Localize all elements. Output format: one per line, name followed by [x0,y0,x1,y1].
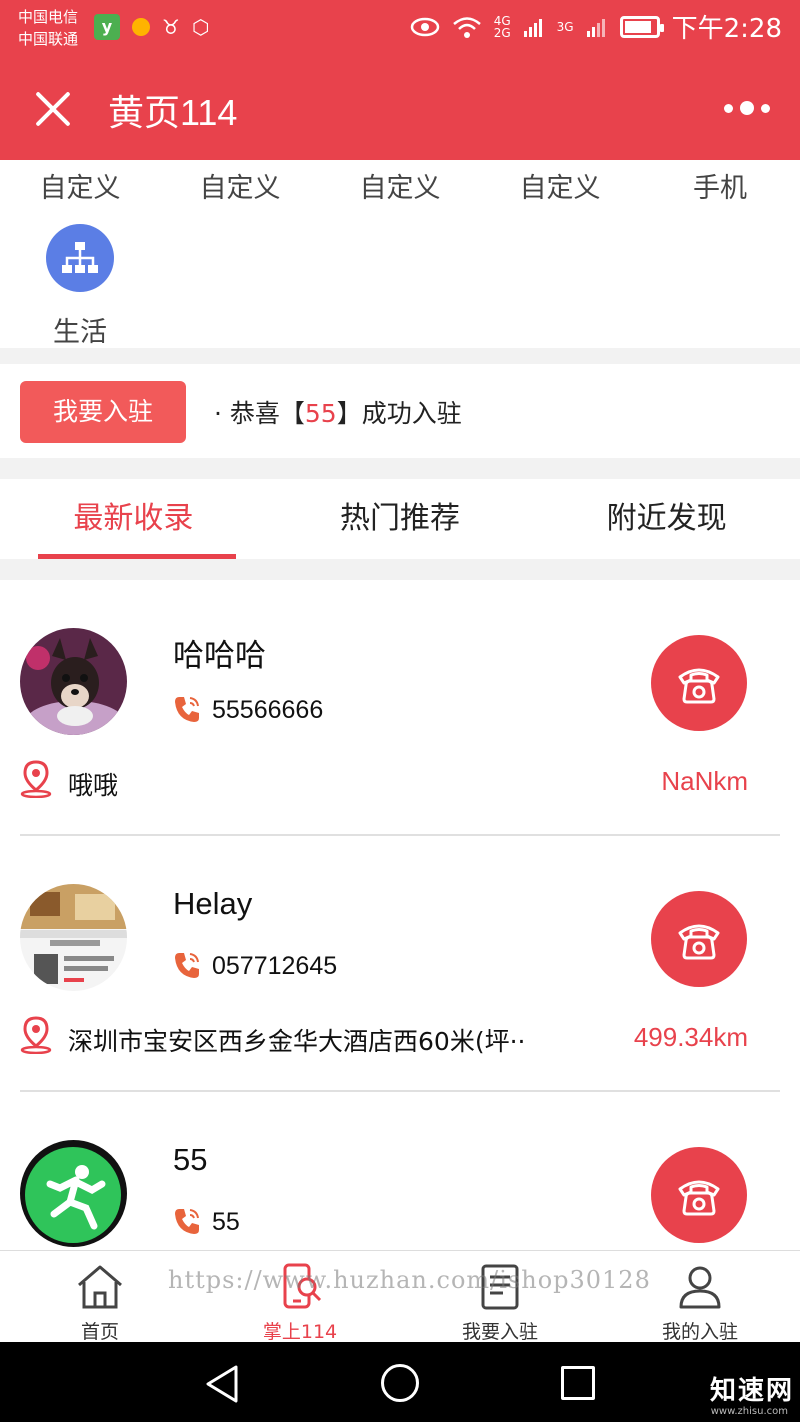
telephone-icon [678,924,720,960]
tab-popular[interactable]: 热门推荐 [267,479,534,559]
category-custom-2[interactable]: 自定义 [160,160,320,218]
status-bar: 中国电信 中国联通 y ♉ ⬡ 4G 2G 3G 下午2:28 [0,0,800,56]
carrier-1: 中国电信 [18,8,79,26]
tab-home[interactable]: 首页 [0,1251,200,1343]
wifi-icon [452,16,481,38]
location-icon [20,1016,52,1054]
home-icon [78,1265,122,1309]
tab-zhangshang114-label: 掌上114 [262,1321,338,1343]
category-grid: 自定义 自定义 自定义 自定义 手机 生活 [0,160,800,348]
corner-url: www.zhisu.com [710,1406,788,1417]
org-chart-icon [46,224,114,292]
phone-icon [175,1209,199,1234]
dot-icon [132,18,150,36]
user-icon [679,1266,721,1309]
hex-icon: ⬡ [191,15,210,39]
watermark-text: https://www.huzhan.com/ishop30128 [168,1266,651,1294]
network-type: 4G 2G [493,13,511,40]
tab-zhangshang114[interactable]: 掌上114 [200,1251,400,1343]
category-custom-3[interactable]: 自定义 [320,160,480,218]
status-icons-right: 4G 2G 3G 下午2:28 [410,8,782,45]
list-item[interactable]: 55 55 [0,1092,800,1250]
cow-icon: ♉ [162,15,180,39]
tab-nearby[interactable]: 附近发现 [533,479,800,559]
listing-distance: NaNkm [661,766,748,796]
listing-distance: 499.34km [633,1022,748,1052]
network-type-2: 3G [556,19,574,34]
listing-phone: 55566666 [212,696,324,724]
eye-icon [410,17,439,36]
tab-home-label: 首页 [80,1321,119,1343]
signal-icon [523,18,542,37]
join-notice: · 恭喜【55】成功入驻 [214,399,462,428]
app-icon: y [94,14,120,40]
join-section: 我要入驻 · 恭喜【55】成功入驻 [0,364,800,458]
telephone-icon [678,668,720,704]
tab-join[interactable]: 我要入驻 [400,1251,600,1343]
carrier-info: 中国电信 中国联通 [18,6,78,50]
list-item[interactable]: 哈哈哈 55566666 哦哦 NaNkm [0,580,800,836]
close-icon[interactable] [30,86,76,132]
listing-name: Helay [173,886,253,921]
listing-phone: 057712645 [212,952,338,980]
listing-address: 深圳市宝安区西乡金华大酒店西60米(坪·· [68,1027,526,1056]
listing-list: 哈哈哈 55566666 哦哦 NaNkm Helay 057712645 深圳… [0,580,800,1250]
nav-bar: 黄页114 [0,56,800,160]
call-button[interactable] [651,1147,747,1243]
category-life[interactable]: 生活 [40,224,120,349]
tab-my-join[interactable]: 我的入驻 [600,1251,800,1343]
tab-latest[interactable]: 最新收录 [0,479,267,559]
category-life-label: 生活 [53,317,107,348]
status-icons-left: y ♉ ⬡ [94,14,209,40]
carrier-2: 中国联通 [18,30,79,48]
notice-highlight: 55 [304,399,337,428]
category-phone[interactable]: 手机 [640,160,800,218]
system-nav-bar: 知速网 www.zhisu.com [0,1342,800,1422]
location-icon [20,760,52,798]
listing-address: 哦哦 [68,771,119,800]
category-custom-4[interactable]: 自定义 [480,160,640,218]
home-circle-icon[interactable] [381,1364,419,1402]
call-button[interactable] [651,635,747,731]
corner-logo: 知速网 [709,1376,794,1406]
more-icon[interactable] [724,98,770,118]
back-icon[interactable] [204,1364,240,1404]
bottom-tab-bar: 首页 掌上114 我要入驻 我的入驻 [0,1250,800,1343]
call-button[interactable] [651,891,747,987]
listing-name: 55 [173,1142,208,1177]
category-custom-1[interactable]: 自定义 [0,160,160,218]
tab-join-label: 我要入驻 [461,1321,538,1343]
page-title: 黄页114 [108,92,238,133]
listing-name: 哈哈哈 [173,638,266,673]
recent-apps-icon[interactable] [561,1366,595,1400]
battery-icon [619,15,664,38]
signal-icon-2 [586,18,605,37]
avatar [20,884,127,991]
phone-icon [175,953,199,978]
join-button[interactable]: 我要入驻 [20,381,186,443]
tab-my-join-label: 我的入驻 [661,1321,738,1343]
list-item[interactable]: Helay 057712645 深圳市宝安区西乡金华大酒店西60米(坪·· 49… [0,836,800,1092]
avatar [20,1140,127,1247]
list-tabs: 最新收录 热门推荐 附近发现 [0,479,800,559]
telephone-icon [678,1180,720,1216]
avatar [20,628,127,735]
clock: 下午2:28 [671,14,782,44]
listing-phone: 55 [212,1208,240,1236]
phone-icon [175,697,199,722]
